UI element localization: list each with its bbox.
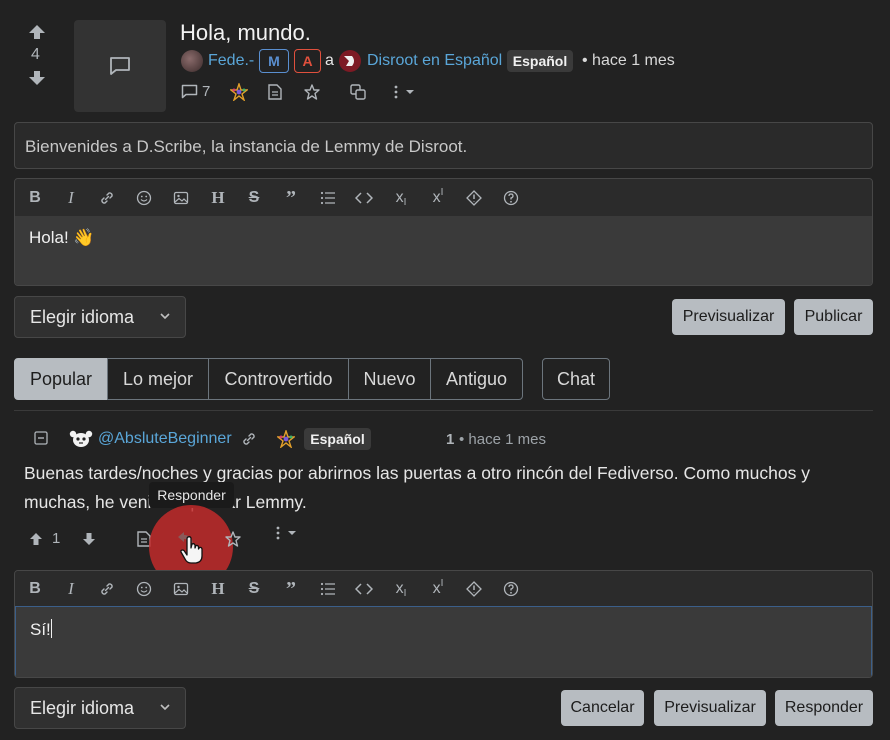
emoji-icon[interactable] <box>133 187 155 209</box>
comment-downvote-icon[interactable] <box>82 532 96 546</box>
comment-time: • hace 1 mes <box>459 431 546 448</box>
comment-score: 1 <box>446 431 455 448</box>
reply-editor: B I H S ” xI xI Sí! <box>14 570 873 678</box>
chat-button[interactable]: Chat <box>542 358 610 400</box>
italic-icon[interactable]: I <box>60 187 82 209</box>
link-icon[interactable] <box>96 578 118 600</box>
post-language-badge: Español <box>507 50 573 72</box>
link-icon[interactable] <box>96 187 118 209</box>
preview-button-top[interactable]: Previsualizar <box>672 299 785 335</box>
bold-icon[interactable]: B <box>24 187 46 209</box>
connector-text: a <box>325 52 334 69</box>
comment-more-options-icon[interactable] <box>274 525 298 541</box>
quote-icon[interactable]: ” <box>280 578 302 600</box>
fediverse-icon[interactable] <box>230 83 248 101</box>
comment-count[interactable]: 7 <box>202 83 210 100</box>
comment-upvote-icon[interactable] <box>29 532 43 546</box>
message-square-icon <box>109 56 131 76</box>
code-icon[interactable] <box>353 187 375 209</box>
emoji-icon[interactable] <box>133 578 155 600</box>
star-icon[interactable] <box>304 84 320 100</box>
editor-text: Hola! 👋 <box>29 228 95 247</box>
community-icon <box>339 50 361 72</box>
list-icon[interactable] <box>317 578 339 600</box>
post-score: 4 <box>31 46 40 63</box>
subscript-icon[interactable]: xI <box>390 187 412 209</box>
italic-icon[interactable]: I <box>60 578 82 600</box>
help-icon[interactable] <box>500 187 522 209</box>
comment-editor: B I H S ” xI xI Hola! 👋 <box>14 178 873 286</box>
spoiler-icon[interactable] <box>463 187 485 209</box>
language-select-label: Elegir idioma <box>30 306 135 327</box>
author-avatar <box>181 50 203 72</box>
language-select-reply[interactable]: Elegir idioma <box>14 687 186 729</box>
code-icon[interactable] <box>353 578 375 600</box>
preview-button-reply[interactable]: Previsualizar <box>654 690 766 726</box>
collapse-icon[interactable] <box>34 431 48 445</box>
chevron-down-icon <box>159 703 171 711</box>
editor-textarea[interactable]: Hola! 👋 <box>15 216 872 285</box>
tab-new[interactable]: Nuevo <box>348 358 431 400</box>
superscript-icon[interactable]: xI <box>427 578 449 600</box>
quote-icon[interactable]: ” <box>280 187 302 209</box>
crosspost-icon[interactable] <box>350 84 366 100</box>
reply-submit-button[interactable]: Responder <box>775 690 873 726</box>
upvote-icon[interactable] <box>28 24 46 40</box>
tab-controversial[interactable]: Controvertido <box>208 358 349 400</box>
post-body-box: Bienvenides a D.Scribe, la instancia de … <box>14 122 873 169</box>
comment-link-icon[interactable] <box>241 431 257 447</box>
image-icon[interactable] <box>170 578 192 600</box>
reply-editor-toolbar: B I H S ” xI xI <box>15 571 872 606</box>
tab-popular[interactable]: Popular <box>14 358 108 400</box>
header-icon[interactable]: H <box>207 187 229 209</box>
reply-text-value: Sí! <box>30 620 51 639</box>
view-source-icon[interactable] <box>268 84 282 100</box>
author-link[interactable]: Fede.- <box>208 52 254 70</box>
strikethrough-icon[interactable]: S <box>243 578 265 600</box>
cancel-button[interactable]: Cancelar <box>561 690 644 726</box>
downvote-icon[interactable] <box>28 70 46 86</box>
comments-icon[interactable] <box>181 84 198 99</box>
commenter-avatar <box>69 430 93 448</box>
post-time: • hace 1 mes <box>582 52 675 69</box>
comment-fediverse-icon[interactable] <box>277 430 295 448</box>
comment-author[interactable]: @AbsluteBeginner <box>98 430 232 448</box>
reply-textarea[interactable]: Sí! <box>15 606 872 677</box>
tab-best[interactable]: Lo mejor <box>107 358 209 400</box>
help-icon[interactable] <box>500 578 522 600</box>
superscript-icon[interactable]: xI <box>427 187 449 209</box>
comment-star-icon[interactable] <box>225 531 241 547</box>
divider <box>14 410 873 411</box>
text-cursor <box>50 619 52 638</box>
comment-upvote-count: 1 <box>52 530 61 547</box>
strikethrough-icon[interactable]: S <box>243 187 265 209</box>
more-options-icon[interactable] <box>392 84 416 100</box>
spoiler-icon[interactable] <box>463 578 485 600</box>
tab-old[interactable]: Antiguo <box>430 358 523 400</box>
post-title[interactable]: Hola, mundo. <box>180 20 311 46</box>
bold-icon[interactable]: B <box>24 578 46 600</box>
language-select-top[interactable]: Elegir idioma <box>14 296 186 338</box>
comment-language-badge: Español <box>304 428 371 450</box>
community-link[interactable]: Disroot en Español <box>367 52 502 70</box>
post-body-text: Bienvenides a D.Scribe, la instancia de … <box>25 137 468 156</box>
subscript-icon[interactable]: xI <box>390 578 412 600</box>
reply-text: Sí! <box>30 619 52 640</box>
chevron-down-icon <box>159 312 171 320</box>
language-select-label: Elegir idioma <box>30 697 135 718</box>
publish-button[interactable]: Publicar <box>794 299 873 335</box>
editor-toolbar: B I H S ” xI xI <box>15 179 872 216</box>
hand-cursor-icon <box>179 535 205 565</box>
admin-badge: A <box>294 49 321 73</box>
moderator-badge: M <box>259 49 289 73</box>
post-thumbnail[interactable] <box>74 20 166 112</box>
image-icon[interactable] <box>170 187 192 209</box>
header-icon[interactable]: H <box>207 578 229 600</box>
list-icon[interactable] <box>317 187 339 209</box>
